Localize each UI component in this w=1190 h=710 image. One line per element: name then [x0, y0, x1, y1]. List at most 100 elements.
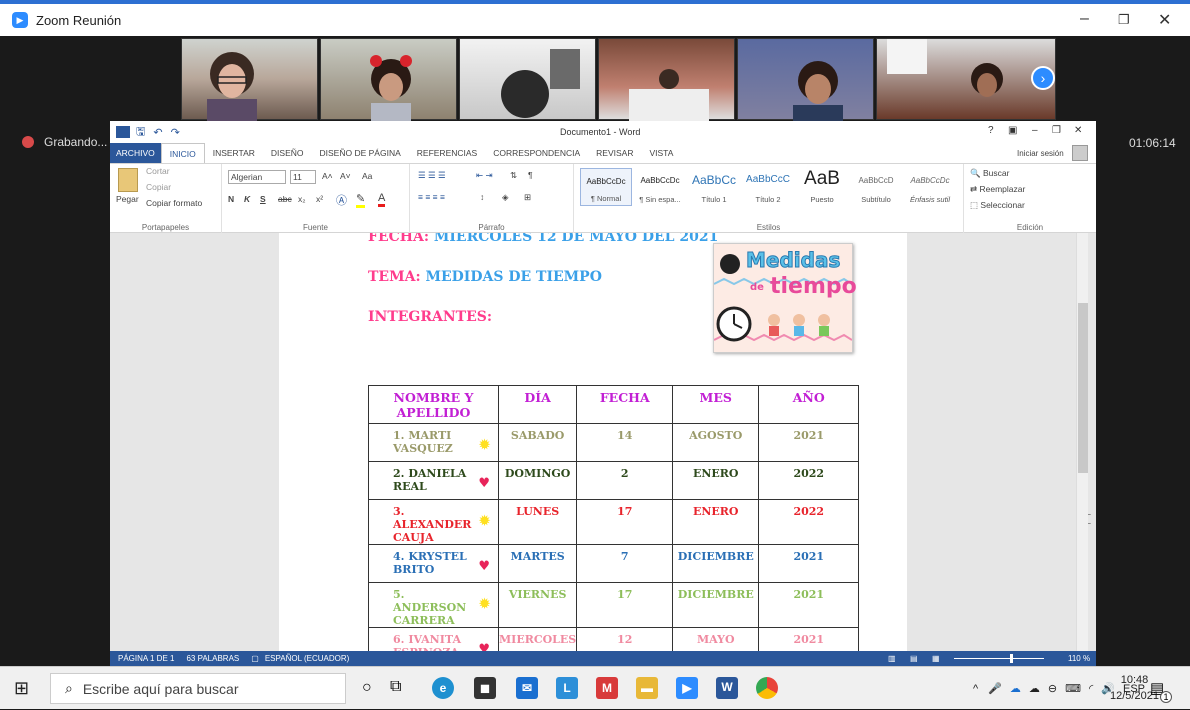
ribbon-display-button[interactable]: ▣: [1008, 125, 1017, 136]
vertical-scrollbar[interactable]: [1076, 233, 1088, 651]
style-subtitle[interactable]: AaBbCcD Subtítulo: [850, 168, 902, 206]
borders-icon[interactable]: ⊞: [524, 192, 531, 203]
cell-mes[interactable]: DICIEMBRE: [672, 544, 760, 583]
word-count[interactable]: 63 PALABRAS: [186, 654, 239, 663]
tab-vista[interactable]: VISTA: [641, 143, 681, 163]
restore-button[interactable]: ❐: [1118, 12, 1130, 28]
shrink-font-button[interactable]: A˅: [340, 171, 351, 181]
cortana-icon[interactable]: ○: [362, 679, 372, 697]
subscript-button[interactable]: x₂: [298, 194, 306, 204]
indent-icon[interactable]: ⇤ ⇥: [476, 170, 493, 181]
change-case-button[interactable]: Aa: [362, 171, 372, 181]
copy-button[interactable]: Copiar: [146, 182, 171, 192]
tab-archivo[interactable]: ARCHIVO: [110, 143, 161, 163]
chrome-icon[interactable]: [756, 677, 778, 699]
cell-name[interactable]: 4. KRYSTEL BRITO ♥: [368, 544, 499, 583]
signin-link[interactable]: Iniciar sesión: [1017, 149, 1064, 158]
cell-anio[interactable]: 2022: [758, 499, 860, 545]
cell-dia[interactable]: VIERNES: [497, 582, 578, 628]
word-restore-button[interactable]: ❐: [1052, 125, 1061, 136]
sort-icon[interactable]: ⇅: [510, 170, 517, 181]
cell-fecha[interactable]: 12: [576, 627, 674, 651]
pilcrow-icon[interactable]: ¶: [528, 170, 533, 180]
file-explorer-icon[interactable]: ▬: [636, 677, 658, 699]
undo-icon[interactable]: ↶: [153, 126, 162, 139]
style-heading1[interactable]: AaBbCc Título 1: [688, 168, 740, 206]
taskbar-search-box[interactable]: ⌕ Escribe aquí para buscar: [50, 673, 346, 704]
find-button[interactable]: 🔍 Buscar: [970, 168, 1009, 179]
windows-start-icon[interactable]: ⊞: [14, 678, 29, 699]
cell-mes[interactable]: ENERO: [672, 499, 760, 545]
cell-name[interactable]: 3. ALEXANDER CAUJA ✹: [368, 499, 499, 545]
cell-name[interactable]: 1. MARTI VASQUEZ ✹: [368, 423, 499, 462]
style-heading2[interactable]: AaBbCcC Título 2: [742, 168, 794, 206]
cell-anio[interactable]: 2021: [758, 582, 860, 628]
wifi-icon[interactable]: ◜: [1089, 682, 1093, 695]
recording-indicator[interactable]: Grabando...: [22, 130, 107, 154]
font-size-select[interactable]: 11: [290, 170, 316, 184]
participant-video-2[interactable]: [320, 38, 457, 121]
align-icons[interactable]: ≡ ≡ ≡ ≡: [418, 192, 445, 202]
cell-mes[interactable]: MAYO: [672, 627, 760, 651]
style-normal[interactable]: AaBbCcDc ¶ Normal: [580, 168, 632, 206]
zoom-taskbar-icon[interactable]: ▶: [676, 677, 698, 699]
italic-button[interactable]: K: [244, 194, 250, 204]
tab-revisar[interactable]: REVISAR: [588, 143, 641, 163]
participant-video-5[interactable]: [737, 38, 874, 121]
replace-button[interactable]: ⇄ Reemplazar: [970, 184, 1025, 195]
scrollbar-thumb[interactable]: [1078, 303, 1088, 473]
microphone-icon[interactable]: 🎤: [988, 682, 1002, 695]
mail-icon[interactable]: ✉: [516, 677, 538, 699]
participant-video-4[interactable]: [598, 38, 735, 121]
onedrive-icon-2[interactable]: ☁: [1029, 682, 1040, 695]
participant-video-6[interactable]: [876, 38, 1056, 120]
select-button[interactable]: ⬚ Seleccionar: [970, 200, 1025, 211]
cell-anio[interactable]: 2022: [758, 461, 860, 500]
help-button[interactable]: ?: [988, 125, 994, 136]
network-icon[interactable]: ⊖: [1048, 682, 1057, 695]
store-icon[interactable]: ◼: [474, 677, 496, 699]
font-name-select[interactable]: Algerian: [228, 170, 286, 184]
format-painter-button[interactable]: Copiar formato: [146, 198, 202, 208]
bullets-icon[interactable]: ☰ ☰ ☰: [418, 170, 446, 181]
highlight-icon[interactable]: ✎: [356, 192, 366, 208]
bold-button[interactable]: N: [228, 194, 234, 204]
cell-dia[interactable]: SABADO: [497, 423, 578, 462]
cell-mes[interactable]: ENERO: [672, 461, 760, 500]
web-layout-icon[interactable]: ▦: [932, 654, 940, 663]
read-mode-icon[interactable]: ▥: [888, 654, 896, 663]
style-subtle-emphasis[interactable]: AaBbCcDc Énfasis sutil: [904, 168, 956, 206]
task-view-icon[interactable]: ⧉: [390, 678, 401, 696]
tab-inicio[interactable]: INICIO: [160, 143, 205, 163]
cell-name[interactable]: 5. ANDERSON CARRERA ✹: [368, 582, 499, 628]
cell-dia[interactable]: MIERCOLES: [497, 627, 578, 651]
cell-fecha[interactable]: 17: [576, 499, 674, 545]
cell-anio[interactable]: 2021: [758, 544, 860, 583]
underline-button[interactable]: S: [260, 194, 266, 204]
document-page[interactable]: FECHA: MIERCOLES 12 DE MAYO DEL 2021 TEM…: [279, 233, 907, 651]
grow-font-button[interactable]: A˄: [322, 171, 333, 181]
proofing-icon[interactable]: ▢: [251, 654, 259, 663]
zoom-level[interactable]: 110 %: [1068, 654, 1090, 663]
tab-insertar[interactable]: INSERTAR: [205, 143, 263, 163]
cell-mes[interactable]: DICIEMBRE: [672, 582, 760, 628]
paste-button[interactable]: Pegar: [116, 194, 139, 204]
cell-dia[interactable]: DOMINGO: [497, 461, 578, 500]
language-status[interactable]: ESPAÑOL (ECUADOR): [265, 654, 349, 663]
cell-name[interactable]: 2. DANIELA REAL ♥: [368, 461, 499, 500]
close-button[interactable]: ✕: [1158, 10, 1171, 30]
strikethrough-button[interactable]: abc: [278, 194, 292, 204]
next-participants-button[interactable]: ›: [1031, 66, 1055, 90]
cell-fecha[interactable]: 14: [576, 423, 674, 462]
mcafee-icon[interactable]: M: [596, 677, 618, 699]
cell-fecha[interactable]: 17: [576, 582, 674, 628]
launcher-icon[interactable]: L: [556, 677, 578, 699]
cell-fecha[interactable]: 7: [576, 544, 674, 583]
tab-correspondencia[interactable]: CORRESPONDENCIA: [485, 143, 588, 163]
cell-anio[interactable]: 2021: [758, 423, 860, 462]
zoom-slider[interactable]: [954, 658, 1044, 659]
style-title[interactable]: AaB Puesto: [796, 168, 848, 206]
line-spacing-icon[interactable]: ↕: [480, 192, 484, 202]
cell-fecha[interactable]: 2: [576, 461, 674, 500]
minimize-button[interactable]: –: [1080, 10, 1089, 28]
